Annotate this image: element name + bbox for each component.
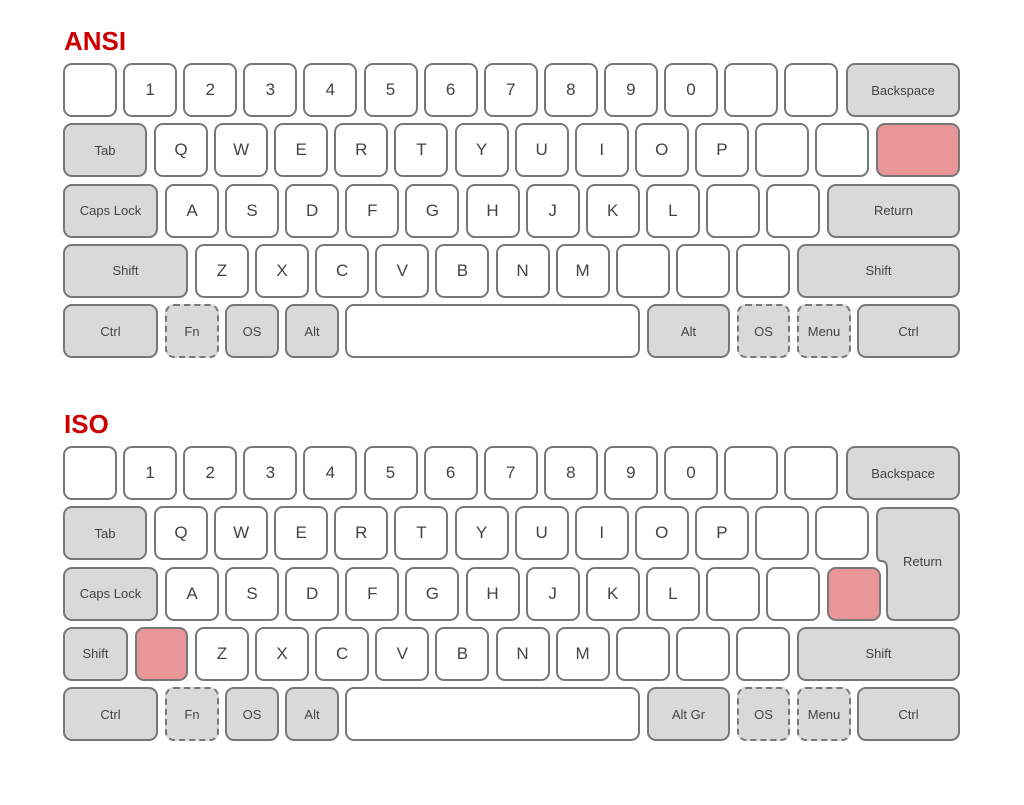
iso-key-c: C: [315, 626, 370, 681]
iso-key-8: 8: [543, 446, 598, 500]
iso-key-x: X: [255, 626, 310, 681]
iso-key-5: 5: [363, 446, 418, 500]
iso-key-blank: [815, 506, 870, 561]
iso-space-bar: [345, 687, 640, 742]
iso-return-label: Return: [903, 554, 943, 569]
iso-key-caps-lock: Caps Lock: [63, 566, 158, 621]
iso-key-menu: Menu: [797, 687, 851, 742]
iso-key-v: V: [375, 626, 430, 681]
iso-key-w: W: [214, 506, 269, 561]
iso-key-a: A: [165, 566, 219, 621]
iso-key-o: O: [634, 506, 689, 561]
iso-key-z: Z: [195, 626, 249, 681]
iso-key-shift: Shift: [63, 626, 128, 681]
iso-key-e: E: [274, 506, 329, 561]
iso-key-fn: Fn: [165, 687, 219, 742]
iso-key-n: N: [495, 626, 550, 681]
iso-key-r: R: [334, 506, 389, 561]
iso-keyboard: 1 2 3 4 5 6 7 8 9 0 Backspace Tab Q W E R T Y U I O P Caps Loc…: [0, 0, 1024, 805]
iso-key-u: U: [514, 506, 569, 561]
iso-key-4: 4: [303, 446, 358, 500]
iso-key-blank: [784, 446, 839, 500]
iso-key-blank: [755, 506, 809, 561]
iso-key-l: L: [645, 566, 700, 621]
iso-key-7: 7: [483, 446, 538, 500]
iso-key-blank: [675, 626, 730, 681]
iso-key-3: 3: [243, 446, 298, 500]
iso-key-2: 2: [183, 446, 238, 500]
iso-key-blank: [615, 626, 670, 681]
iso-key-blank: [63, 446, 117, 500]
iso-key-backspace: Backspace: [846, 446, 960, 500]
iso-key-blank: [735, 626, 790, 681]
iso-key-m: M: [555, 626, 610, 681]
iso-key-tab: Tab: [63, 506, 147, 561]
iso-highlighted-key: [135, 626, 188, 681]
iso-key-k: K: [585, 566, 640, 621]
iso-key-alt-gr: Alt Gr: [647, 687, 730, 742]
iso-key-d: D: [285, 566, 340, 621]
iso-key-p: P: [694, 506, 749, 561]
iso-key-g: G: [405, 566, 460, 621]
iso-key-os: OS: [225, 687, 279, 742]
iso-key-1: 1: [123, 446, 178, 500]
iso-key-q: Q: [154, 506, 208, 561]
iso-key-i: I: [574, 506, 629, 561]
iso-key-ctrl: Ctrl: [63, 687, 158, 742]
iso-key-blank: [766, 566, 820, 621]
iso-key-j: J: [525, 566, 580, 621]
iso-key-s: S: [225, 566, 280, 621]
iso-key-0: 0: [664, 446, 718, 500]
iso-key-alt: Alt: [285, 687, 339, 742]
iso-key-b: B: [435, 626, 490, 681]
iso-key-shift: Shift: [797, 626, 960, 681]
iso-key-ctrl: Ctrl: [857, 687, 960, 742]
iso-key-os: OS: [737, 687, 790, 742]
iso-key-blank: [705, 566, 760, 621]
iso-key-h: H: [465, 566, 520, 621]
iso-key-f: F: [345, 566, 400, 621]
iso-key-blank: [724, 446, 779, 500]
iso-key-t: T: [394, 506, 449, 561]
iso-key-y: Y: [454, 506, 509, 561]
iso-key-9: 9: [603, 446, 658, 500]
iso-key-6: 6: [423, 446, 478, 500]
